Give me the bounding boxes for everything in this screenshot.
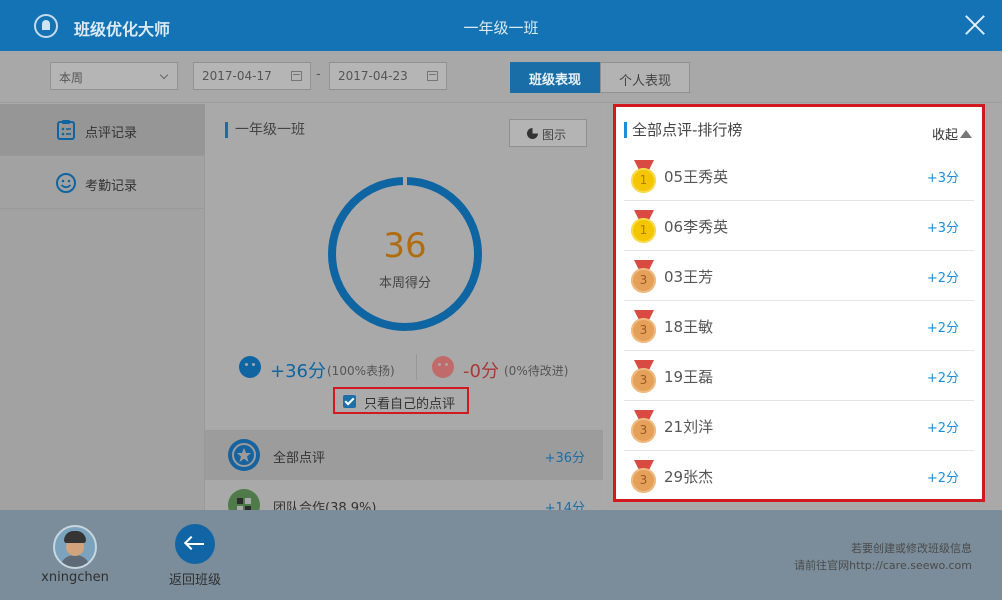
window-title: 一年级一班: [463, 19, 539, 37]
stat-divider: [416, 354, 417, 380]
sad-face-icon: [432, 356, 454, 378]
date-separator: -: [316, 67, 321, 82]
medal-rank: 3: [631, 468, 656, 493]
student-name: 18王敏: [664, 318, 714, 336]
negative-percentage: (0%待改进): [504, 364, 569, 378]
student-name: 19王磊: [664, 368, 714, 386]
sidebar-item-comments[interactable]: 点评记录: [0, 104, 205, 156]
sidebar: 点评记录 考勤记录: [0, 104, 205, 510]
student-score: +2分: [926, 421, 959, 436]
pie-chart-icon: [527, 128, 538, 139]
student-name: 29张杰: [664, 468, 714, 486]
close-icon[interactable]: [962, 12, 988, 38]
sidebar-item-label: 考勤记录: [85, 179, 138, 194]
date-from-value: 2017-04-17: [202, 69, 272, 83]
student-name: 21刘洋: [664, 418, 714, 436]
bottom-bar: xningchen 返回班级 若要创建或修改班级信息 请前往官网http://c…: [0, 510, 1002, 600]
date-to-value: 2017-04-23: [338, 69, 408, 83]
medal-rank: 3: [631, 418, 656, 443]
bronze-medal-icon: 3: [631, 310, 657, 343]
bronze-medal-icon: 3: [631, 460, 657, 493]
student-score: +2分: [926, 321, 959, 336]
negative-points: -0分: [463, 361, 499, 382]
weekly-score: 36: [383, 226, 427, 266]
student-score: +2分: [926, 371, 959, 386]
medal-rank: 1: [631, 168, 656, 193]
score-ring-marker: [403, 175, 407, 187]
chart-view-button[interactable]: 图示: [509, 119, 587, 147]
toolbar: 本周 2017-04-17 - 2017-04-23 班级表现 个人表现: [0, 51, 1002, 103]
ranking-row[interactable]: 3 18王敏 +2分: [624, 301, 974, 351]
bronze-medal-icon: 3: [631, 360, 657, 393]
back-to-class-label: 返回班级: [168, 573, 221, 588]
checkbox-checked-icon: [343, 395, 356, 408]
tab-class-performance[interactable]: 班级表现: [510, 62, 600, 93]
bronze-medal-icon: 3: [631, 410, 657, 443]
student-score: +3分: [926, 221, 959, 236]
avatar[interactable]: [53, 525, 97, 569]
attendance-face-icon: [56, 173, 76, 193]
avatar-body: [60, 555, 90, 567]
class-name-heading: 一年级一班: [225, 122, 305, 138]
footer-note-line1: 若要创建或修改班级信息: [851, 542, 972, 555]
collapse-button[interactable]: 收起: [932, 124, 973, 143]
student-name: 03王芳: [664, 268, 714, 286]
list-item-value: +36分: [544, 451, 585, 466]
own-comments-only-label: 只看自己的点评: [364, 397, 456, 412]
weekly-score-label: 本周得分: [378, 276, 431, 291]
back-to-class-button[interactable]: [175, 524, 215, 564]
ranking-row[interactable]: 3 03王芳 +2分: [624, 251, 974, 301]
student-name: 06李秀英: [664, 218, 729, 236]
list-item-label: 全部点评: [273, 451, 326, 466]
chevron-down-icon: [159, 70, 169, 80]
ranking-row[interactable]: 3 29张杰 +2分: [624, 451, 974, 501]
tab-personal-performance[interactable]: 个人表现: [600, 62, 690, 93]
ranking-panel: 全部点评-排行榜 收起 1 05王秀英 +3分 1 06李秀英 +3分 3 03…: [613, 104, 985, 502]
gold-medal-icon: 1: [631, 160, 657, 193]
arrow-head: [183, 535, 199, 551]
avatar-hair: [64, 531, 86, 543]
class-summary-panel: 一年级一班 图示 36 本周得分 +36分 (100%表扬) -0分 (0%待改…: [205, 104, 603, 521]
gold-medal-icon: 1: [631, 210, 657, 243]
calendar-icon: [291, 71, 302, 81]
list-item-all-comments[interactable]: 全部点评 +36分: [205, 430, 603, 480]
footer-note-line2: 请前往官网http://care.seewo.com: [794, 559, 972, 572]
positive-percentage: (100%表扬): [327, 364, 395, 378]
student-name: 05王秀英: [664, 168, 729, 186]
student-score: +3分: [926, 171, 959, 186]
ranking-row[interactable]: 3 19王磊 +2分: [624, 351, 974, 401]
medal-rank: 3: [631, 318, 656, 343]
ranking-row[interactable]: 3 21刘洋 +2分: [624, 401, 974, 451]
date-from-field[interactable]: 2017-04-17: [193, 62, 311, 90]
collapse-label: 收起: [932, 128, 959, 143]
period-select[interactable]: 本周: [50, 62, 178, 90]
star-icon: [228, 439, 260, 471]
title-bar: 班级优化大师 一年级一班: [0, 0, 1002, 51]
sidebar-item-label: 点评记录: [85, 126, 138, 141]
student-score: +2分: [926, 271, 959, 286]
clipboard-icon: [57, 120, 75, 140]
user-name: xningchen: [41, 570, 109, 585]
date-to-field[interactable]: 2017-04-23: [329, 62, 447, 90]
medal-rank: 1: [631, 218, 656, 243]
ranking-title: 全部点评-排行榜: [624, 122, 742, 138]
sidebar-item-attendance[interactable]: 考勤记录: [0, 157, 205, 209]
period-value: 本周: [59, 71, 84, 85]
own-comments-only-checkbox[interactable]: 只看自己的点评: [333, 387, 469, 414]
student-score: +2分: [926, 471, 959, 486]
chart-button-label: 图示: [542, 128, 567, 142]
ranking-row[interactable]: 1 06李秀英 +3分: [624, 201, 974, 251]
caret-up-icon: [960, 130, 973, 138]
bronze-medal-icon: 3: [631, 260, 657, 293]
medal-rank: 3: [631, 368, 656, 393]
ranking-row[interactable]: 1 05王秀英 +3分: [624, 151, 974, 201]
footer-note: 若要创建或修改班级信息 请前往官网http://care.seewo.com: [794, 540, 972, 574]
smile-icon: [239, 356, 261, 378]
medal-rank: 3: [631, 268, 656, 293]
positive-points: +36分: [270, 361, 326, 382]
calendar-icon: [427, 71, 438, 81]
